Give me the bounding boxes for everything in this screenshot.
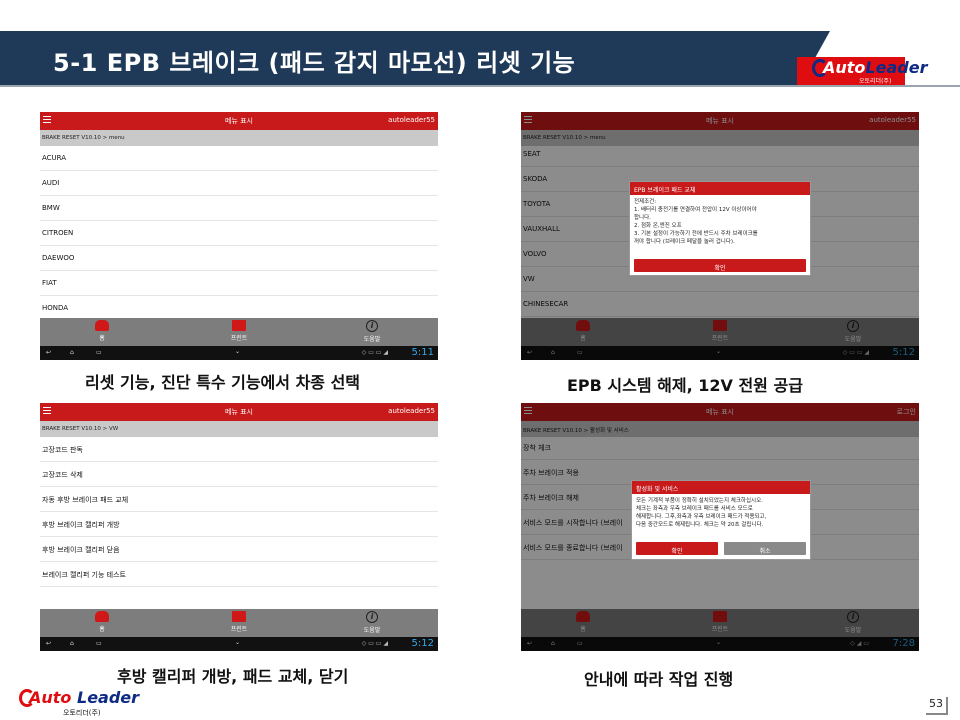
system-bar: ↩ ⌂ ▭ ⌄ ◇ ▭ ▭ ◢ 5:11	[40, 346, 438, 360]
chevron-down-icon[interactable]: ⌄	[235, 348, 240, 355]
list-item[interactable]: AUDI	[40, 171, 438, 196]
car-icon	[95, 320, 109, 331]
caption-4: 안내에 따라 작업 진행	[584, 670, 734, 689]
confirm-button[interactable]: 확인	[636, 542, 718, 555]
app-bar: 메뉴 표시 autoleader55	[40, 112, 438, 130]
page-title: 5-1 EPB 브레이크 (패드 감지 마모선) 리셋 기능	[53, 49, 576, 77]
dialog-title: 활성화 및 서비스	[632, 481, 810, 494]
dialog-line: 1. 배터리 충전기를 연결하여 전압이 12V 이상이어야	[634, 207, 757, 213]
list-item[interactable]: 후방 브레이크 캘리퍼 개방	[40, 512, 438, 537]
dialog-line: 모든 기계적 부품이 정확히 설치되었는지 체크하십시오.	[636, 498, 763, 504]
list-item[interactable]: 후방 브레이크 캘리퍼 닫음	[40, 537, 438, 562]
dialog-body: 전제조건: 1. 배터리 충전기를 연결하여 전압이 12V 이상이어야 합니다…	[630, 195, 810, 249]
account-name[interactable]: autoleader55	[388, 407, 435, 415]
logo-text-b: Leader	[865, 58, 928, 77]
printer-icon	[232, 611, 246, 622]
info-icon: i	[366, 320, 378, 332]
nav-help-label: 도움말	[363, 336, 381, 343]
screenshot-vw-menu: 메뉴 표시 autoleader55 BRAKE RESET V10.10 > …	[40, 403, 438, 651]
nav-help[interactable]: i 도움말	[342, 320, 402, 343]
epb-dialog: EPB 브레이크 패드 교체 전제조건: 1. 배터리 충전기를 연결하여 전압…	[629, 181, 811, 276]
dialog-line: 합니다.	[634, 215, 651, 221]
chevron-down-icon[interactable]: ⌄	[235, 639, 240, 646]
home-icon[interactable]: ⌂	[70, 349, 74, 356]
app-bar: 메뉴 표시 autoleader55	[40, 403, 438, 421]
brand-logo-top: AutoLeader 오토리더(주)	[797, 57, 927, 85]
screenshot-vehicle-menu: 메뉴 표시 autoleader55 BRAKE RESET V10.10 > …	[40, 112, 438, 360]
bottom-nav: 홈 프린트 i 도움말	[40, 609, 438, 637]
list-item[interactable]: CITROEN	[40, 221, 438, 246]
info-icon: i	[366, 611, 378, 623]
account-name[interactable]: autoleader55	[388, 116, 435, 124]
dialog-body: 모든 기계적 부품이 정확히 설치되었는지 체크하십시오. 체크는 좌측과 우측…	[632, 494, 810, 532]
breadcrumb: BRAKE RESET V10.10 > VW	[40, 421, 438, 437]
system-bar: ↩ ⌂ ▭ ⌄ ◇ ▭ ▭ ◢ 5:12	[40, 637, 438, 651]
list-item[interactable]: ACURA	[40, 146, 438, 171]
nav-print-label: 프린트	[230, 335, 248, 342]
status-icons: ◇ ▭ ▭ ◢	[361, 640, 388, 647]
dialog-line: 3. 기본 설정이 가능하기 전에 반드시 주차 브레이크를	[634, 231, 758, 237]
logo-text-b: Leader	[77, 688, 140, 707]
list-item[interactable]: 자동 후방 브레이크 패드 교체	[40, 487, 438, 512]
app-title: 메뉴 표시	[225, 408, 253, 416]
confirm-button[interactable]: 확인	[634, 259, 806, 272]
nav-print[interactable]: 프린트	[209, 320, 269, 342]
home-icon[interactable]: ⌂	[70, 640, 74, 647]
cancel-button[interactable]: 취소	[724, 542, 806, 555]
logo-subtitle: 오토리더(주)	[63, 709, 101, 717]
dialog-title: EPB 브레이크 패드 교체	[630, 182, 810, 195]
nav-print-label: 프린트	[230, 626, 248, 633]
recent-apps-icon[interactable]: ▭	[96, 349, 102, 356]
screenshot-service-dialog: 메뉴 표시 로그인 BRAKE RESET V10.10 > 활성화 및 서비스…	[521, 403, 919, 651]
logo-text-a: Auto	[29, 688, 72, 707]
dialog-line: 꺼야 합니다 (브레이크 페달을 놀러 겁니다).	[634, 239, 735, 245]
title-divider	[0, 85, 960, 87]
vehicle-list: ACURA AUDI BMW CITROEN DAEWOO FIAT HONDA	[40, 146, 438, 321]
nav-home-label: 홈	[99, 335, 105, 342]
printer-icon	[232, 320, 246, 331]
list-item[interactable]: 고장코드 삭제	[40, 462, 438, 487]
back-icon[interactable]: ↩	[46, 640, 51, 647]
dialog-line: 체크는 좌측과 우측 브레이크 패드를 서비스 모드로	[636, 506, 753, 512]
list-item[interactable]: FIAT	[40, 271, 438, 296]
nav-help-label: 도움말	[363, 627, 381, 634]
clock: 5:12	[411, 638, 434, 649]
list-item[interactable]: DAEWOO	[40, 246, 438, 271]
dialog-line: 다음 중간모드로 해제됩니다. 체크는 약 20초 걸립니다.	[636, 522, 764, 528]
breadcrumb: BRAKE RESET V10.10 > menu	[40, 130, 438, 146]
caption-3: 후방 캘리퍼 개방, 패드 교체, 닫기	[117, 667, 349, 686]
nav-print[interactable]: 프린트	[209, 611, 269, 633]
car-icon	[95, 611, 109, 622]
dialog-line: 해제합니다. 그후,좌측과 우측 브레이크 패드가 적용되고,	[636, 514, 767, 520]
clock: 5:11	[411, 347, 434, 358]
nav-help[interactable]: i 도움말	[342, 611, 402, 634]
nav-home-label: 홈	[99, 626, 105, 633]
nav-home[interactable]: 홈	[72, 320, 132, 342]
dialog-line: 전제조건:	[634, 199, 657, 205]
list-item[interactable]: 브레이크 캘리퍼 기능 테스트	[40, 562, 438, 587]
back-icon[interactable]: ↩	[46, 349, 51, 356]
page-number: 53	[926, 697, 948, 715]
list-item[interactable]: 고장코드 판독	[40, 437, 438, 462]
logo-text-a: Auto	[823, 58, 866, 77]
logo-subtitle: 오토리더(주)	[859, 78, 892, 85]
function-list: 고장코드 판독 고장코드 삭제 자동 후방 브레이크 패드 교체 후방 브레이크…	[40, 437, 438, 587]
caption-1: 리셋 기능, 진단 특수 기능에서 차종 선택	[85, 373, 361, 392]
nav-home[interactable]: 홈	[72, 611, 132, 633]
caption-2: EPB 시스템 해제, 12V 전원 공급	[567, 376, 803, 395]
list-item[interactable]: BMW	[40, 196, 438, 221]
app-title: 메뉴 표시	[225, 117, 253, 125]
dialog-line: 2. 점화 온,엔진 오프	[634, 223, 682, 229]
recent-apps-icon[interactable]: ▭	[96, 640, 102, 647]
screenshot-epb-dialog: 메뉴 표시 autoleader55 BRAKE RESET V10.10 > …	[521, 112, 919, 360]
bottom-nav: 홈 프린트 i 도움말	[40, 318, 438, 346]
status-icons: ◇ ▭ ▭ ◢	[361, 349, 388, 356]
service-dialog: 활성화 및 서비스 모든 기계적 부품이 정확히 설치되었는지 체크하십시오. …	[631, 480, 811, 560]
